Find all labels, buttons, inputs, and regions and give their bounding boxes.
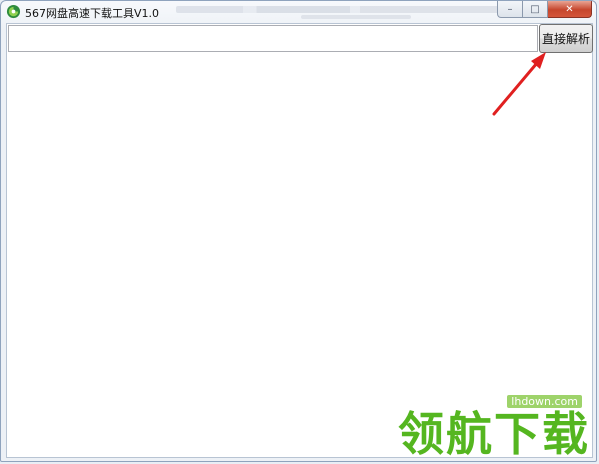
site-watermark: lhdown.com 领航下载 bbox=[398, 390, 590, 459]
watermark-brand: 领航下载 bbox=[398, 407, 590, 461]
app-window: 567网盘高速下载工具V1.0 – □ ✕ 直接解析 lhdown.com 领航… bbox=[0, 0, 597, 462]
